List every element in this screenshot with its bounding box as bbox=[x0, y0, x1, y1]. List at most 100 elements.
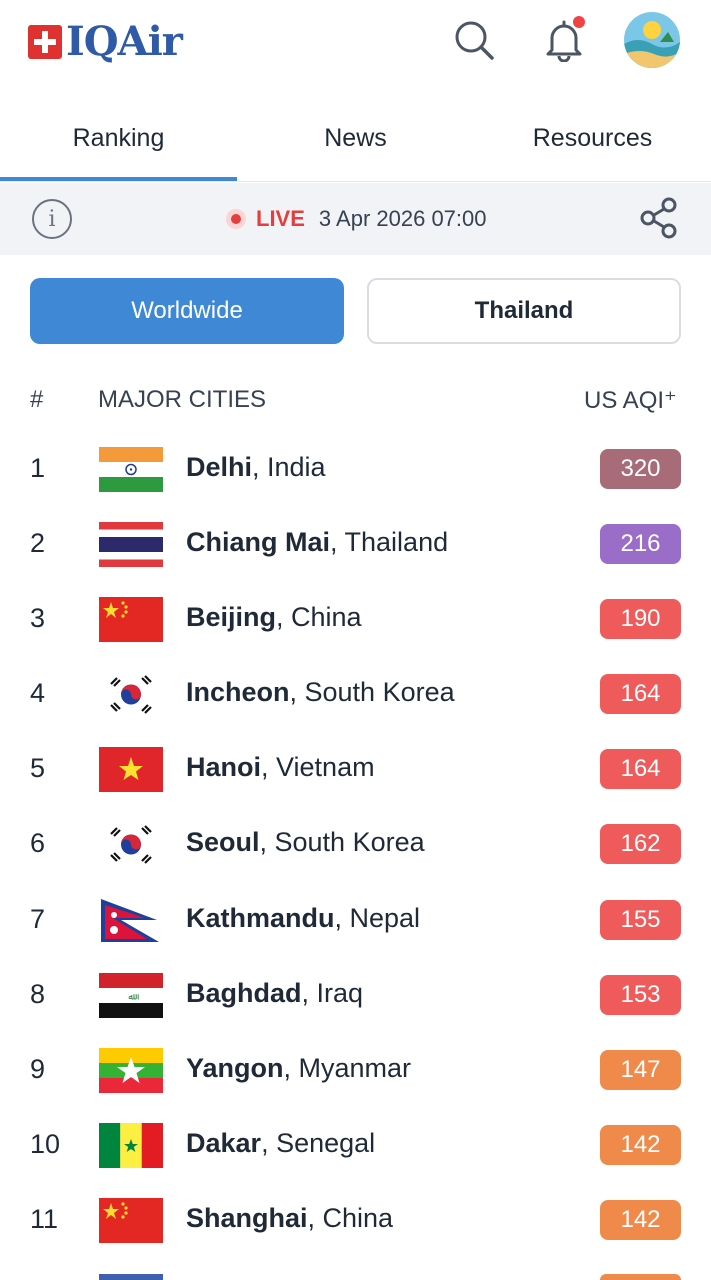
city-label: Incheon bbox=[186, 677, 290, 708]
rank-number: 7 bbox=[30, 903, 46, 934]
rank-number: 8 bbox=[30, 978, 46, 1009]
tab-ranking[interactable]: Ranking bbox=[0, 96, 237, 181]
avatar[interactable] bbox=[624, 12, 680, 68]
myanmar-flag-icon bbox=[99, 1047, 163, 1093]
rank-number: 9 bbox=[30, 1053, 46, 1084]
city-row[interactable]: 2 Chiang Mai, Thailand 216 bbox=[0, 507, 711, 582]
city-row[interactable]: 4 Incheon, South Korea 164 bbox=[0, 657, 711, 732]
live-timestamp: 3 Apr 2026 07:00 bbox=[318, 206, 487, 231]
city-row[interactable]: 7 Kathmandu, Nepal 155 bbox=[0, 883, 711, 958]
country-label: , Myanmar bbox=[283, 1052, 412, 1083]
country-toggle[interactable]: Thailand bbox=[367, 278, 681, 344]
rank-number: 6 bbox=[30, 828, 46, 859]
rank-column-header: # bbox=[30, 386, 44, 413]
country-label: , Senegal bbox=[261, 1127, 376, 1158]
country-label: , South Korea bbox=[259, 827, 425, 858]
country-label: , Nepal bbox=[334, 902, 421, 933]
live-status-bar: i LIVE 3 Apr 2026 07:00 bbox=[0, 183, 711, 255]
brand-name: IQAir bbox=[66, 18, 183, 65]
country-label: , Iraq bbox=[301, 977, 364, 1008]
iqair-logo[interactable]: IQAir bbox=[28, 18, 183, 65]
city-label: Shanghai bbox=[186, 1202, 308, 1233]
worldwide-toggle[interactable]: Worldwide bbox=[30, 278, 344, 344]
country-label: , Vietnam bbox=[261, 752, 375, 783]
city-label: Baghdad bbox=[186, 977, 302, 1008]
share-button[interactable] bbox=[638, 196, 680, 240]
city-row[interactable]: 9 Yangon, Myanmar 147 bbox=[0, 1033, 711, 1108]
india-flag-icon bbox=[99, 447, 163, 492]
live-dot-icon bbox=[226, 209, 246, 229]
avatar-image bbox=[624, 12, 680, 68]
city-name[interactable]: Chiang Mai, Thailand bbox=[186, 527, 448, 558]
city-row[interactable]: 5 Hanoi, Vietnam 164 bbox=[0, 732, 711, 807]
city-label: Dakar bbox=[186, 1127, 262, 1158]
notifications-button[interactable] bbox=[540, 14, 588, 63]
aqi-badge: 216 bbox=[600, 524, 681, 565]
city-name[interactable]: Baghdad, Iraq bbox=[186, 978, 363, 1009]
bell-icon bbox=[546, 16, 585, 63]
aqi-badge: 153 bbox=[600, 974, 681, 1015]
vietnam-flag-icon bbox=[99, 747, 163, 793]
rank-number: 5 bbox=[30, 753, 46, 784]
city-row[interactable]: 6 Seoul, South Korea 162 bbox=[0, 807, 711, 882]
live-indicator: LIVE 3 Apr 2026 07:00 bbox=[226, 183, 487, 255]
city-name[interactable]: Dakar, Senegal bbox=[186, 1128, 375, 1159]
aqi-badge: 155 bbox=[600, 899, 681, 940]
city-name[interactable]: Shanghai, China bbox=[186, 1203, 393, 1234]
country-label: , China bbox=[276, 602, 362, 633]
city-column-header: MAJOR CITIES bbox=[98, 386, 267, 413]
search-icon bbox=[455, 21, 494, 60]
city-name[interactable]: Delhi, India bbox=[186, 452, 326, 483]
iraq-flag-icon: ﷲ bbox=[99, 972, 163, 1018]
city-label: Seoul bbox=[186, 827, 260, 858]
rank-number: 11 bbox=[30, 1203, 59, 1234]
city-name[interactable]: Hanoi, Vietnam bbox=[186, 752, 375, 783]
city-label: Yangon bbox=[186, 1052, 284, 1083]
rank-number: 2 bbox=[30, 528, 46, 559]
city-row[interactable]: 1 Delhi, India 320 bbox=[0, 432, 711, 507]
city-label: Chiang Mai bbox=[186, 527, 331, 558]
aqi-column-header[interactable]: US AQI⁺ bbox=[584, 386, 677, 415]
aqi-badge: 147 bbox=[600, 1049, 681, 1090]
city-label: Kathmandu bbox=[186, 902, 335, 933]
china-flag-icon bbox=[99, 597, 163, 643]
south-korea-flag-icon bbox=[99, 822, 163, 868]
rank-number: 10 bbox=[30, 1128, 61, 1159]
city-label: Hanoi bbox=[186, 752, 262, 783]
rank-number: 1 bbox=[30, 453, 46, 483]
city-row[interactable]: 8 ﷲ Baghdad, Iraq 153 bbox=[0, 958, 711, 1033]
aqi-badge: 142 bbox=[600, 1199, 681, 1240]
notification-dot bbox=[573, 16, 585, 28]
city-name[interactable]: Incheon, South Korea bbox=[186, 677, 455, 708]
country-label: , Thailand bbox=[330, 527, 449, 558]
city-name[interactable]: Beijing, China bbox=[186, 602, 362, 633]
swiss-flag-icon bbox=[28, 25, 62, 59]
city-name[interactable]: Yangon, Myanmar bbox=[186, 1053, 411, 1084]
aqi-badge: 320 bbox=[600, 449, 681, 489]
city-label: Beijing bbox=[186, 602, 277, 633]
rank-number: 4 bbox=[30, 678, 46, 709]
city-row[interactable]: 3 Beijing, China 190 bbox=[0, 582, 711, 657]
ranking-table-header: # MAJOR CITIES US AQI⁺ bbox=[0, 378, 711, 422]
tab-resources[interactable]: Resources bbox=[474, 96, 711, 180]
next-row-peek bbox=[0, 1274, 711, 1280]
country-label: , South Korea bbox=[289, 677, 455, 708]
search-button[interactable] bbox=[452, 18, 496, 62]
city-row[interactable]: 10 Dakar, Senegal 142 bbox=[0, 1108, 711, 1183]
city-row[interactable]: 11 Shanghai, China 142 bbox=[0, 1183, 711, 1258]
tab-news[interactable]: News bbox=[237, 96, 474, 180]
aqi-badge: 190 bbox=[600, 599, 681, 640]
info-icon[interactable]: i bbox=[32, 199, 72, 239]
ranking-list: 1 Delhi, India 320 2 Chiang Mai, Thailand 216… bbox=[0, 432, 711, 1258]
live-label: LIVE bbox=[256, 206, 305, 231]
country-label: , India bbox=[252, 452, 326, 482]
aqi-badge: 164 bbox=[600, 674, 681, 715]
thailand-flag-icon bbox=[99, 522, 163, 568]
aqi-badge: 164 bbox=[600, 749, 681, 790]
china-flag-icon bbox=[99, 1197, 163, 1243]
city-name[interactable]: Kathmandu, Nepal bbox=[186, 903, 420, 934]
rank-number: 3 bbox=[30, 603, 46, 634]
city-name[interactable]: Seoul, South Korea bbox=[186, 827, 425, 858]
app-header: IQAir bbox=[0, 0, 711, 90]
main-tabs: Ranking News Resources bbox=[0, 96, 711, 182]
